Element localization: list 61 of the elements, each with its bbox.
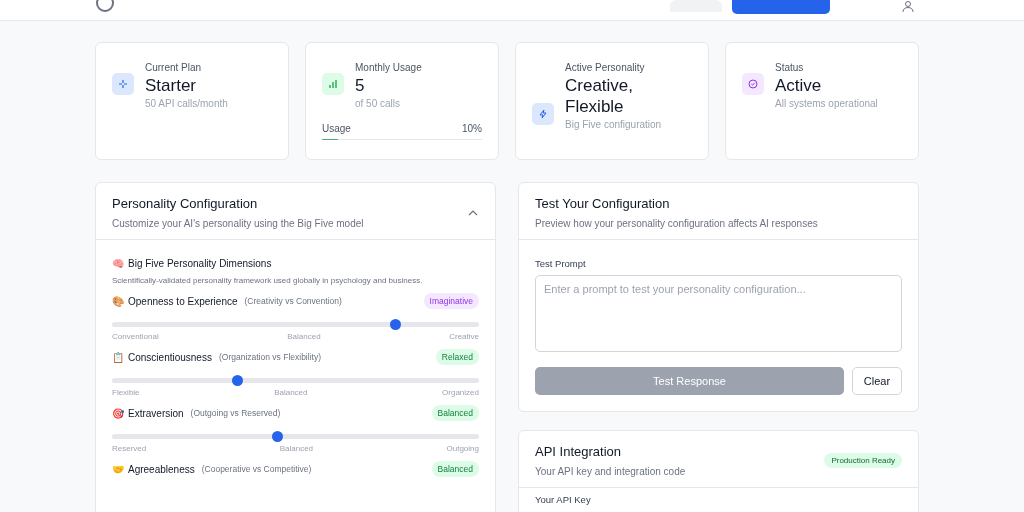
trait-hint: (Organization vs Flexibility)	[218, 352, 321, 362]
stat-label: Monthly Usage	[355, 62, 423, 73]
trait-name: Extraversion	[128, 407, 184, 419]
stat-caption: All systems operational	[775, 98, 879, 109]
stat-label: Current Plan	[145, 62, 203, 73]
scale-label: Balanced	[274, 388, 308, 397]
slider-thumb[interactable]	[231, 375, 243, 386]
trait-tag: Relaxed	[435, 349, 479, 365]
stat-label: Status	[775, 62, 805, 73]
scale-label: Reserved	[112, 444, 147, 453]
section-description: Scientifically-validated personality framework used globally in psychology and business.	[112, 276, 424, 285]
scale-label: Outgoing	[446, 444, 479, 453]
slider-thumb[interactable]	[272, 431, 284, 442]
trait-name: Openness to Experience	[128, 295, 238, 307]
trait-hint: (Outgoing vs Reserved)	[190, 408, 281, 418]
section-title: Big Five Personality Dimensions	[128, 258, 272, 269]
scale-label: Creative	[449, 332, 479, 341]
scale-label: Organized	[442, 388, 479, 397]
panel-subtitle: Preview how your personality configuration affects AI responses	[535, 218, 818, 229]
stat-value: Active	[775, 75, 823, 96]
stat-caption: Big Five configuration	[565, 119, 663, 130]
panel-title: API Integration	[535, 444, 622, 459]
panel-title: Personality Configuration	[112, 196, 259, 211]
prompt-field[interactable]: Enter a prompt to test your personality configuration...	[535, 275, 902, 352]
trait-tag: Imaginative	[423, 293, 479, 309]
scale-label: Balanced	[287, 332, 321, 341]
trait-emoji-icon: 🤝	[112, 463, 124, 475]
trait-hint: (Cooperative vs Competitive)	[201, 464, 312, 474]
scale-label: Flexible	[112, 388, 140, 397]
trait-name: Agreeableness	[128, 463, 195, 475]
meter-reading: 10%	[462, 123, 482, 134]
trait-tag: Balanced	[431, 405, 479, 421]
stat-value: Creative, Flexible	[565, 75, 635, 117]
brain-icon: 🧠	[112, 258, 124, 269]
slider-thumb[interactable]	[389, 319, 401, 330]
sparkle-icon	[118, 79, 128, 89]
bar-chart-icon	[328, 79, 338, 89]
stat-label: Active Personality	[565, 62, 646, 73]
trait-emoji-icon: 🎨	[112, 295, 124, 307]
stat-value: 5	[355, 75, 366, 96]
scale-label: Conventional	[112, 332, 159, 341]
trait-tag: Balanced	[431, 461, 479, 477]
trait-hint: (Creativity vs Convention)	[244, 296, 342, 306]
field-label: Test Prompt	[535, 258, 587, 269]
scale-label: Balanced	[279, 444, 314, 453]
lightning-icon	[538, 109, 548, 119]
panel-title: Test Your Configuration	[535, 196, 671, 211]
meter-label: Usage	[322, 123, 351, 134]
status-badge: Production Ready	[824, 453, 902, 468]
trait-name: Conscientiousness	[128, 351, 212, 363]
stat-value: Starter	[145, 75, 198, 96]
clear-button[interactable]: Clear	[852, 367, 902, 395]
check-circle-icon	[748, 79, 758, 89]
panel-subtitle: Customize your AI's personality using the Big Five model	[112, 218, 365, 229]
stat-caption: 50 API calls/month	[145, 98, 229, 109]
panel-subtitle: Your API key and integration code	[535, 466, 686, 477]
field-label: Your API Key	[535, 494, 592, 505]
trait-emoji-icon: 🎯	[112, 407, 124, 419]
trait-emoji-icon: 📋	[112, 351, 124, 363]
user-icon[interactable]	[902, 0, 914, 12]
stat-caption: of 50 calls	[355, 98, 402, 109]
